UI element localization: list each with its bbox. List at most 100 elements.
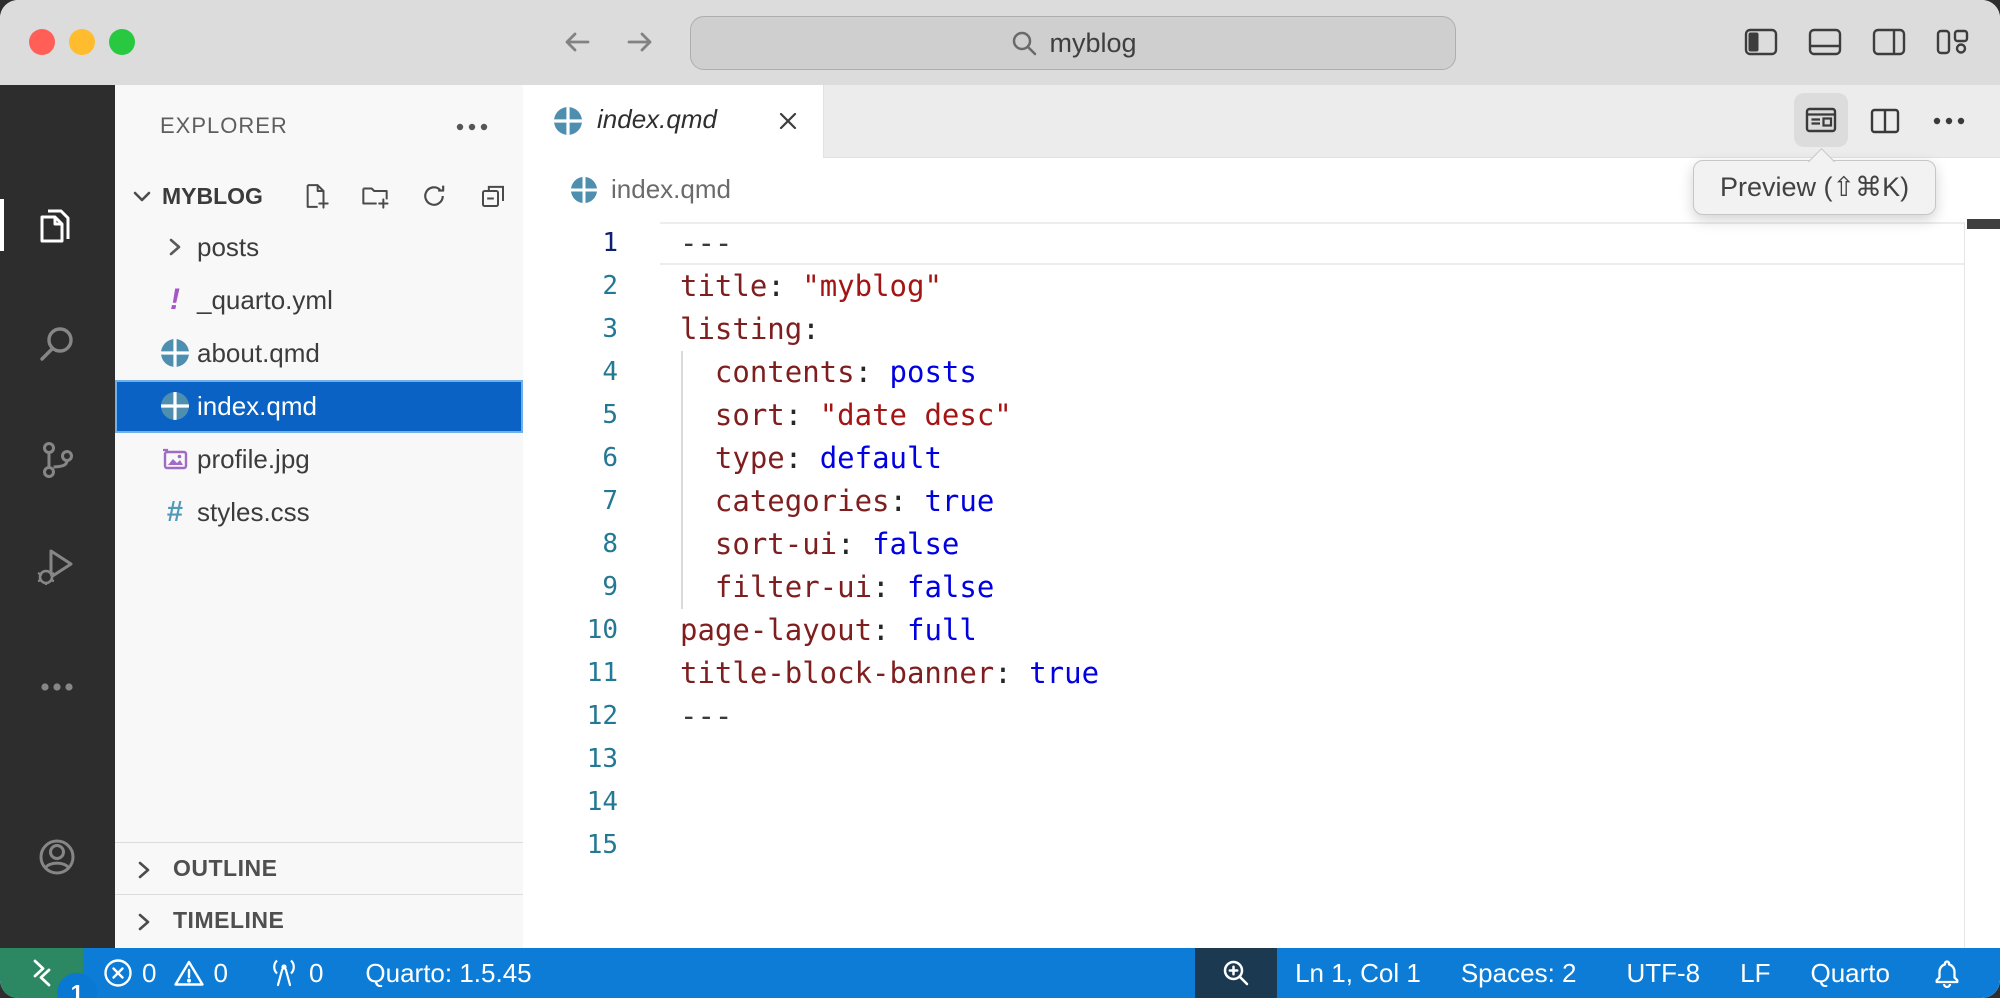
toggle-primary-sidebar-icon[interactable] <box>1742 23 1780 61</box>
more-views-icon[interactable] <box>33 663 81 711</box>
file-row-posts[interactable]: posts <box>115 221 523 274</box>
code-line-4[interactable]: 4 contents: posts <box>523 351 2000 394</box>
search-view-icon[interactable] <box>33 321 81 369</box>
active-view-indicator <box>0 199 4 251</box>
line-content: type: default <box>618 437 942 480</box>
indentation-setting[interactable]: Spaces: 2 <box>1461 958 1577 989</box>
line-content: page-layout: full <box>618 609 977 652</box>
encoding-setting[interactable]: UTF-8 <box>1626 958 1700 989</box>
file-label: _quarto.yml <box>197 285 333 316</box>
quarto-file-icon <box>570 176 598 204</box>
forwarded-ports[interactable]: 0 <box>266 956 323 990</box>
file-row-index.qmd[interactable]: index.qmd <box>115 380 523 433</box>
line-content: sort: "date desc" <box>618 394 1012 437</box>
problems-warnings[interactable]: 0 <box>172 956 227 990</box>
line-number: 5 <box>523 394 618 437</box>
error-count: 0 <box>142 958 156 989</box>
chevron-right-icon <box>129 855 159 885</box>
explorer-icon[interactable] <box>33 201 81 249</box>
line-number: 14 <box>523 781 618 824</box>
run-debug-icon[interactable] <box>33 544 81 592</box>
customize-layout-icon[interactable] <box>1934 23 1972 61</box>
file-row-_quarto.yml[interactable]: !_quarto.yml <box>115 274 523 327</box>
toggle-panel-icon[interactable] <box>1806 23 1844 61</box>
code-line-3[interactable]: 3listing: <box>523 308 2000 351</box>
folder-section-header[interactable]: MYBLOG <box>115 173 523 219</box>
code-line-12[interactable]: 12--- <box>523 695 2000 738</box>
code-line-7[interactable]: 7 categories: true <box>523 480 2000 523</box>
code-editor[interactable]: 1---2title: "myblog"3listing:4 contents:… <box>523 222 2000 948</box>
line-number: 8 <box>523 523 618 566</box>
css-file-icon: # <box>160 497 190 527</box>
timeline-panel-header[interactable]: TIMELINE <box>115 894 523 949</box>
line-number: 11 <box>523 652 618 695</box>
new-folder-icon[interactable] <box>360 181 390 211</box>
status-bar: 0 0 0 Quarto: 1.5.45 Ln 1, Col <box>0 948 2000 998</box>
code-line-11[interactable]: 11title-block-banner: true <box>523 652 2000 695</box>
chevron-right-icon <box>160 232 190 262</box>
line-number: 10 <box>523 609 618 652</box>
code-line-9[interactable]: 9 filter-ui: false <box>523 566 2000 609</box>
code-line-8[interactable]: 8 sort-ui: false <box>523 523 2000 566</box>
notifications-bell-icon[interactable] <box>1930 956 1964 990</box>
code-line-2[interactable]: 2title: "myblog" <box>523 265 2000 308</box>
cursor-position[interactable]: Ln 1, Col 1 <box>1295 958 1421 989</box>
preview-button[interactable] <box>1794 93 1848 147</box>
code-line-10[interactable]: 10page-layout: full <box>523 609 2000 652</box>
close-window-button[interactable] <box>29 29 55 55</box>
broadcast-tower-icon <box>266 956 302 990</box>
line-content: categories: true <box>618 480 994 523</box>
source-control-icon[interactable] <box>33 436 81 484</box>
command-center-search[interactable]: myblog <box>690 16 1456 70</box>
code-line-5[interactable]: 5 sort: "date desc" <box>523 394 2000 437</box>
code-line-6[interactable]: 6 type: default <box>523 437 2000 480</box>
code-line-15[interactable]: 15 <box>523 824 2000 867</box>
sidebar-title: EXPLORER <box>160 113 288 139</box>
line-content: title: "myblog" <box>618 265 942 308</box>
file-label: profile.jpg <box>197 444 310 475</box>
warning-icon <box>172 956 206 990</box>
problems-errors[interactable]: 0 <box>101 956 156 990</box>
file-row-styles.css[interactable]: #styles.css <box>115 486 523 539</box>
line-content: filter-ui: false <box>618 566 994 609</box>
language-mode[interactable]: Quarto <box>1811 958 1891 989</box>
search-icon <box>1009 28 1039 58</box>
outline-panel-header[interactable]: OUTLINE <box>115 842 523 895</box>
code-line-13[interactable]: 13 <box>523 738 2000 781</box>
accounts-icon[interactable] <box>33 833 81 881</box>
quarto-file-icon <box>160 391 190 421</box>
zoom-indicator[interactable] <box>1195 948 1277 998</box>
file-row-profile.jpg[interactable]: profile.jpg <box>115 433 523 486</box>
file-row-about.qmd[interactable]: about.qmd <box>115 327 523 380</box>
toggle-secondary-sidebar-icon[interactable] <box>1870 23 1908 61</box>
traffic-lights <box>29 29 135 55</box>
new-file-icon[interactable] <box>301 181 331 211</box>
eol-setting[interactable]: LF <box>1740 958 1770 989</box>
editor-more-actions-icon[interactable] <box>1927 99 1971 143</box>
collapse-folders-icon[interactable] <box>478 181 508 211</box>
line-content: contents: posts <box>618 351 977 394</box>
timeline-panel-label: TIMELINE <box>173 907 284 934</box>
minimize-window-button[interactable] <box>69 29 95 55</box>
quarto-version[interactable]: Quarto: 1.5.45 <box>365 958 531 989</box>
code-line-14[interactable]: 14 <box>523 781 2000 824</box>
line-number: 12 <box>523 695 618 738</box>
error-icon <box>101 956 135 990</box>
navigate-forward-icon[interactable] <box>622 24 658 60</box>
navigate-back-icon[interactable] <box>559 24 595 60</box>
split-editor-icon[interactable] <box>1863 99 1907 143</box>
refresh-explorer-icon[interactable] <box>419 181 449 211</box>
zoom-window-button[interactable] <box>109 29 135 55</box>
folder-section-label: MYBLOG <box>162 183 263 210</box>
line-number: 6 <box>523 437 618 480</box>
explorer-more-actions-icon[interactable] <box>455 113 489 141</box>
code-line-1[interactable]: 1--- <box>523 222 2000 265</box>
editor-actions <box>523 85 2000 157</box>
line-content <box>618 781 680 824</box>
file-label: styles.css <box>197 497 310 528</box>
line-number: 15 <box>523 824 618 867</box>
breadcrumb-item: index.qmd <box>611 174 731 205</box>
vscode-window: myblog <box>0 0 2000 998</box>
line-content: title-block-banner: true <box>618 652 1099 695</box>
warning-count: 0 <box>213 958 227 989</box>
